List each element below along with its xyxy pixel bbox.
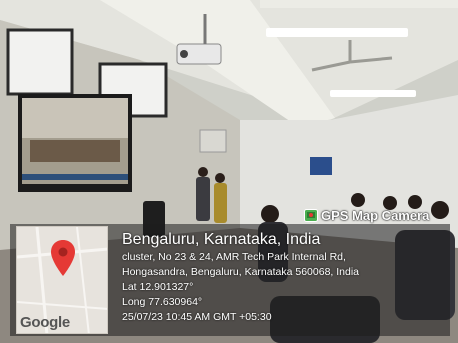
ceiling-light [266, 28, 408, 37]
gps-camera-badge: GPS Map Camera [304, 206, 429, 224]
latitude: Lat 12.901327° [122, 281, 194, 293]
address-line-1: cluster, No 23 & 24, AMR Tech Park Inter… [122, 251, 346, 263]
location-info: Bengaluru, Karnataka, India cluster, No … [122, 230, 452, 325]
window [6, 28, 74, 96]
wall-sign [310, 157, 332, 175]
location-title: Bengaluru, Karnataka, India [122, 231, 321, 248]
app-label: GPS Map Camera [321, 207, 430, 223]
photo-frame: GPS Map Camera Google Bengaluru, Karnata… [0, 0, 458, 343]
location-pin-icon [51, 240, 75, 276]
timestamp: 25/07/23 10:45 AM GMT +05:30 [122, 311, 272, 323]
google-logo: Google [20, 314, 70, 331]
map-thumbnail: Google [16, 226, 108, 334]
ceiling-light [330, 90, 416, 97]
map-camera-icon [304, 208, 318, 222]
longitude: Long 77.630964° [122, 296, 203, 308]
address-line-2: Hongasandra, Bengaluru, Karnataka 560068… [122, 266, 360, 278]
